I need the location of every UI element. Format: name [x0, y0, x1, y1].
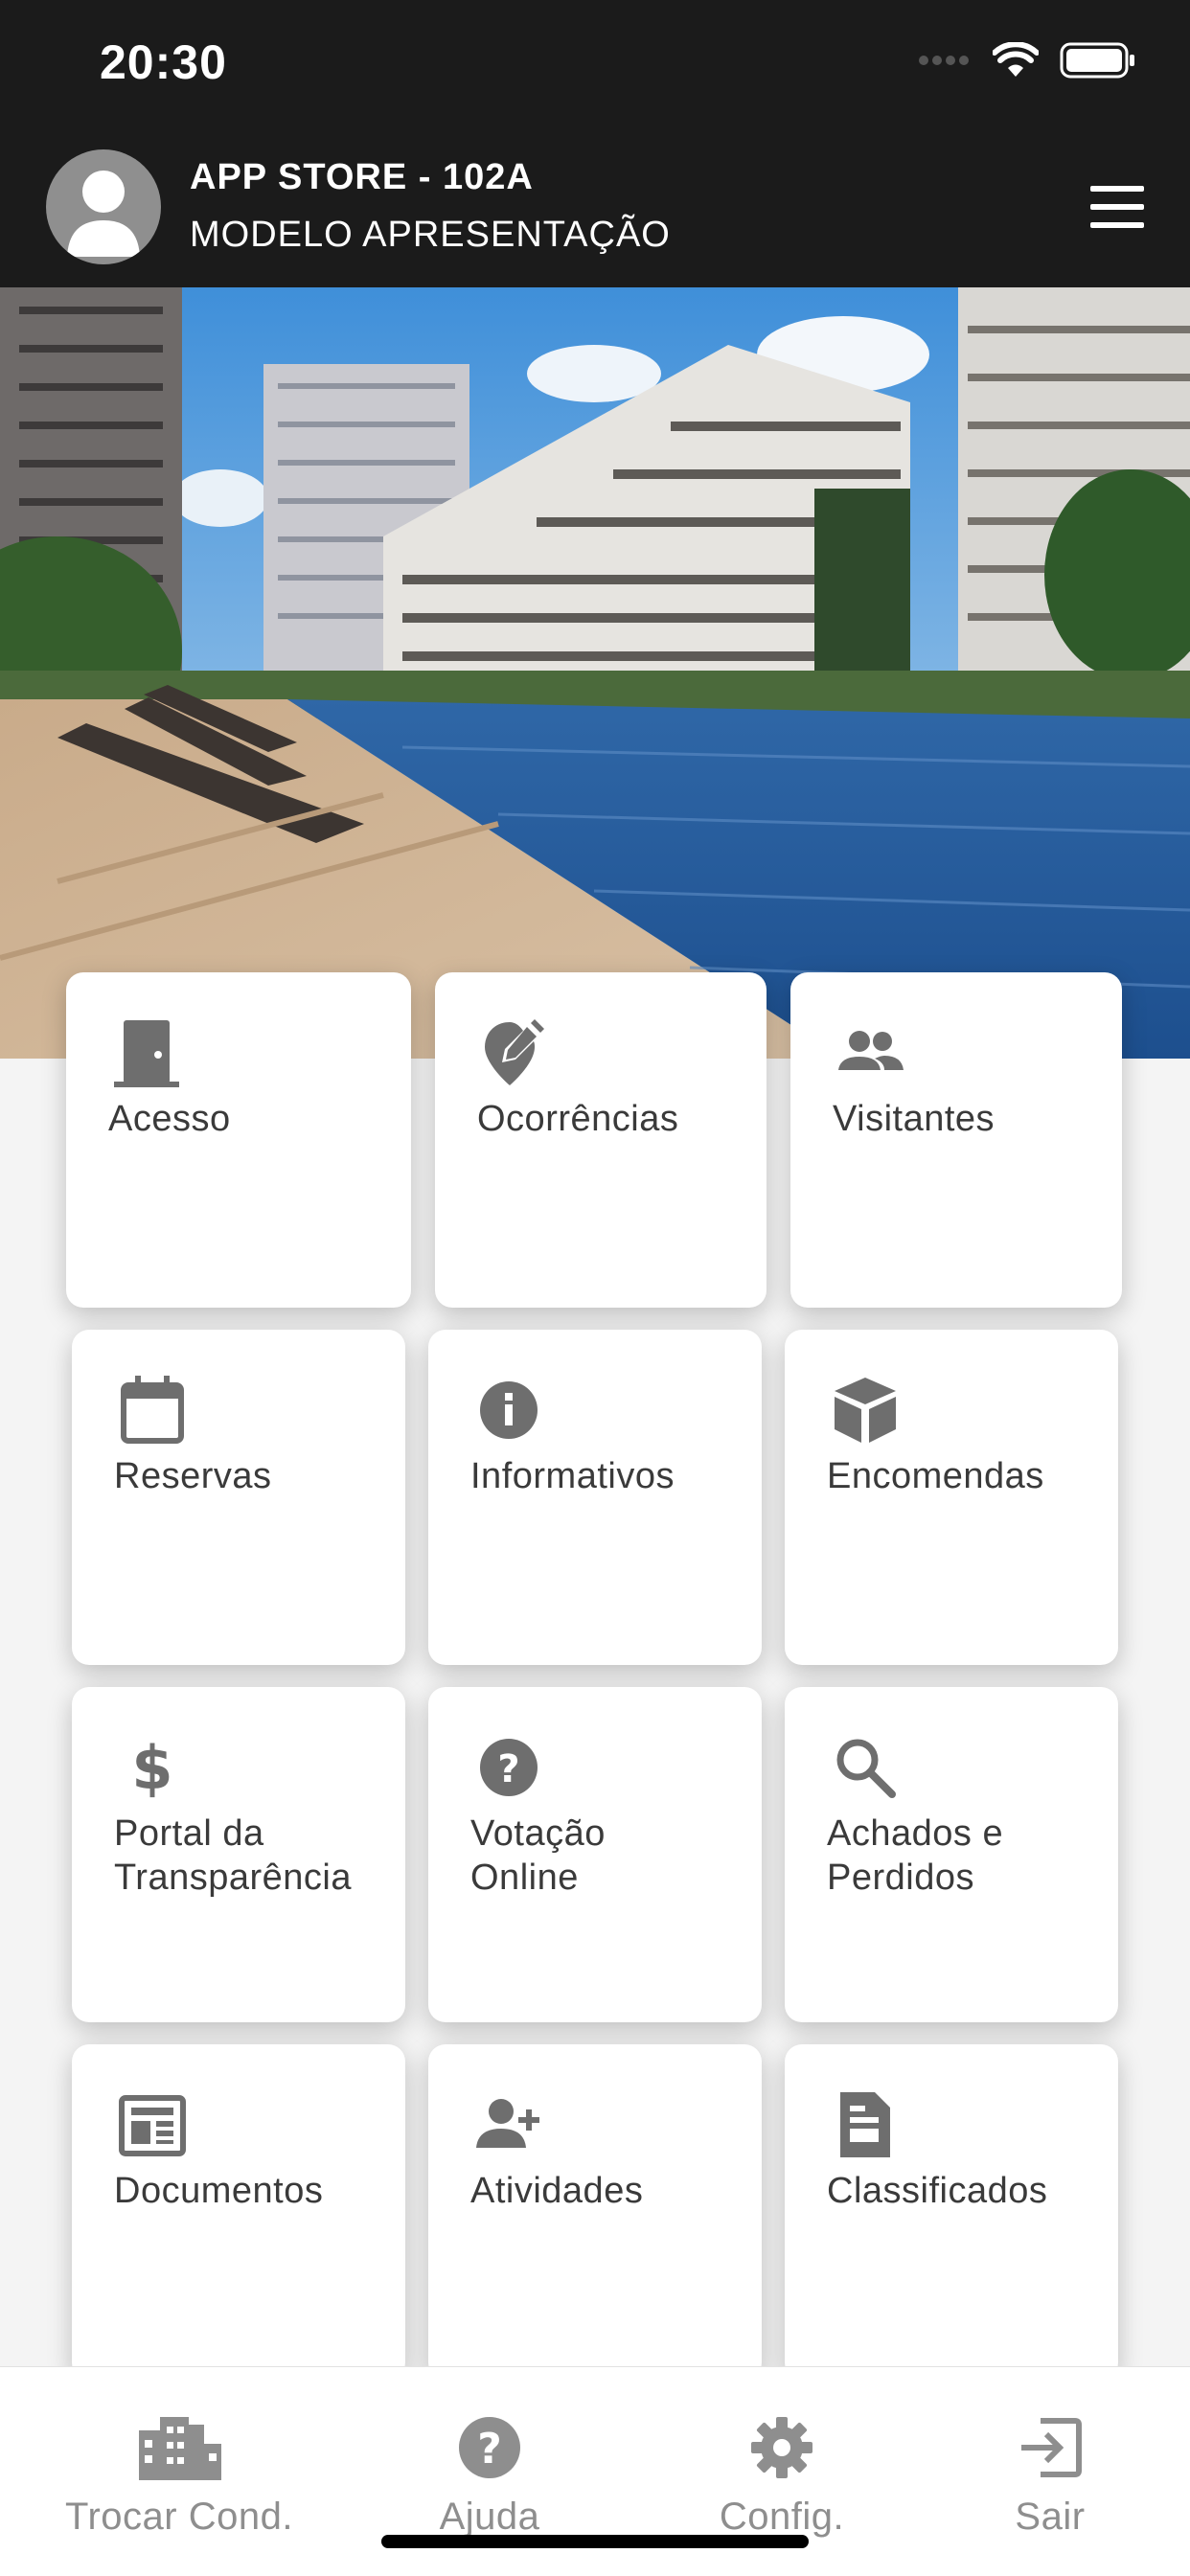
- help-icon: ?: [480, 1739, 538, 1796]
- calendar-icon: [121, 1376, 184, 1444]
- nav-sair[interactable]: Sair: [906, 2411, 1190, 2539]
- tile-label: Documentos: [114, 2171, 324, 2211]
- tile-achados-perdidos[interactable]: Achados e Perdidos: [785, 1687, 1118, 2022]
- svg-text:?: ?: [497, 1747, 519, 1791]
- condo-title: APP STORE - 102A: [190, 157, 534, 197]
- tile-classificados[interactable]: Classificados: [785, 2044, 1118, 2380]
- avatar[interactable]: [46, 149, 161, 264]
- home-indicator: [381, 2535, 809, 2548]
- receipt-icon: [840, 2092, 890, 2157]
- battery-icon: [1060, 42, 1134, 79]
- app-header: APP STORE - 102A MODELO APRESENTAÇÃO: [0, 134, 1190, 287]
- condo-subtitle: MODELO APRESENTAÇÃO: [190, 215, 671, 255]
- nav-label: Sair: [1015, 2496, 1086, 2538]
- nav-label: Config.: [719, 2496, 845, 2538]
- avatar-person-icon: [67, 171, 140, 257]
- exit-icon: [1021, 2418, 1082, 2477]
- package-icon: [835, 1378, 896, 1443]
- nav-label: Ajuda: [439, 2496, 540, 2538]
- status-time: 20:30: [100, 35, 227, 89]
- tile-label: Informativos: [470, 1456, 675, 1496]
- nav-config[interactable]: Config.: [638, 2411, 926, 2539]
- people-icon: [838, 1031, 904, 1070]
- tile-atividades[interactable]: Atividades: [428, 2044, 762, 2380]
- door-icon: [114, 1020, 179, 1087]
- hero-image: [0, 287, 1190, 1059]
- svg-text:$: $: [131, 1733, 172, 1803]
- tile-visitantes[interactable]: Visitantes: [790, 972, 1122, 1308]
- menu-icon: [1090, 186, 1144, 192]
- tile-documentos[interactable]: Documentos: [72, 2044, 405, 2380]
- condo-pool-image: [0, 287, 1190, 1059]
- dollar-icon: $: [131, 1733, 172, 1803]
- status-icons: [918, 42, 1136, 79]
- nav-trocar-cond[interactable]: Trocar Cond.: [35, 2411, 323, 2539]
- person-add-icon: [476, 2099, 539, 2148]
- menu-button[interactable]: [1090, 186, 1148, 228]
- tile-label: Reservas: [114, 1456, 272, 1496]
- tile-label: Achados e Perdidos: [827, 1813, 1004, 1898]
- cellular-signal-icon: [919, 56, 969, 65]
- tile-votacao-online[interactable]: ? Votação Online: [428, 1687, 762, 2022]
- help-icon: ?: [459, 2417, 520, 2478]
- info-icon: [480, 1381, 538, 1439]
- search-icon: [836, 1739, 896, 1798]
- tile-label: Portal da Transparência: [114, 1813, 352, 1898]
- wifi-icon: [993, 42, 1039, 77]
- gear-icon: [751, 2417, 812, 2478]
- tile-acesso[interactable]: Acesso: [66, 972, 411, 1308]
- tile-ocorrencias[interactable]: Ocorrências: [435, 972, 767, 1308]
- tile-label: Atividades: [470, 2171, 644, 2211]
- newspaper-icon: [119, 2095, 186, 2156]
- tile-informativos[interactable]: Informativos: [428, 1330, 762, 1665]
- tile-reservas[interactable]: Reservas: [72, 1330, 405, 1665]
- status-bar: 20:30: [0, 0, 1190, 134]
- nav-label: Trocar Cond.: [65, 2496, 293, 2538]
- nav-ajuda[interactable]: ? Ajuda: [346, 2411, 633, 2539]
- svg-text:?: ?: [477, 2425, 502, 2473]
- edit-location-icon: [485, 1019, 544, 1085]
- tile-label: Ocorrências: [477, 1099, 679, 1139]
- tile-label: Encomendas: [827, 1456, 1044, 1496]
- city-icon: [139, 2417, 221, 2480]
- tile-encomendas[interactable]: Encomendas: [785, 1330, 1118, 1665]
- tile-label: Votação Online: [470, 1813, 606, 1898]
- tile-label: Acesso: [108, 1099, 231, 1139]
- tile-label: Visitantes: [833, 1099, 995, 1139]
- tile-portal-transparencia[interactable]: $ Portal da Transparência: [72, 1687, 405, 2022]
- tile-label: Classificados: [827, 2171, 1048, 2211]
